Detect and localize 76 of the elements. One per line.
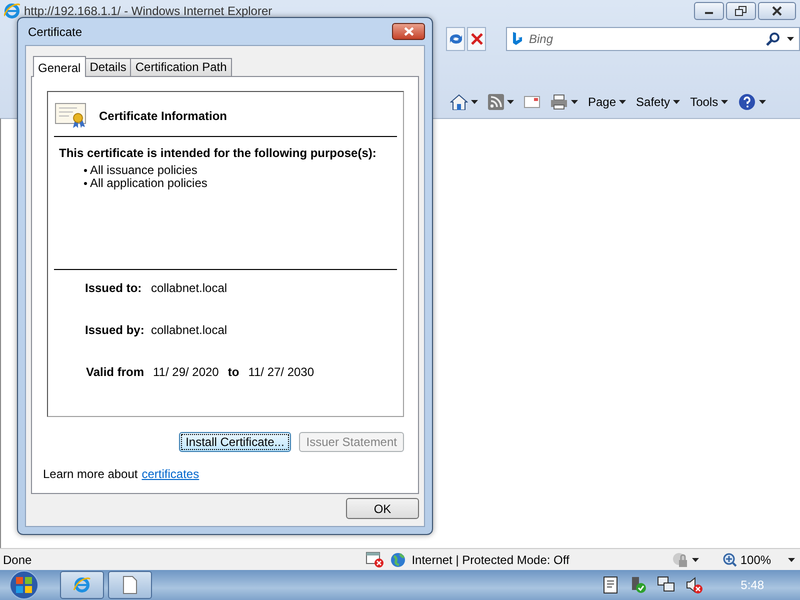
window-title: http://192.168.1.1/ - Windows Internet Explorer [24,3,272,20]
caret-icon [759,100,766,104]
taskbar-button[interactable] [60,571,104,599]
caret-icon [788,558,796,562]
field-value: collabnet.local [151,322,228,339]
certificate-icon [55,103,87,129]
minimize-button[interactable] [694,2,724,20]
print-button[interactable] [548,94,580,110]
search-field[interactable]: Bing [506,27,800,51]
field-label: to [228,364,240,381]
certificates-link[interactable]: certificates [142,465,200,483]
field-value: 11/ 29/ 2020 [153,364,219,381]
tab[interactable]: Details [84,58,132,76]
help-button[interactable] [736,93,768,111]
browser-logo-icon [73,576,91,594]
bullet-icon [84,182,87,185]
caret-icon [471,100,478,104]
printer-icon [550,94,568,110]
taskbar-button[interactable] [108,571,152,599]
status-text: Done [3,552,32,568]
security-zone-text: Internet | Protected Mode: Off [412,552,570,568]
stop-button[interactable] [467,27,486,51]
bullet-icon [84,169,87,172]
close-icon [772,6,782,16]
purpose-item: All application policies [90,177,208,190]
lock-icon [671,552,690,568]
close-button[interactable] [758,2,796,20]
field-value: 11/ 27/ 2030 [248,364,314,381]
field-label: Issued by: [85,322,146,339]
command-menu[interactable]: Tools [688,93,730,111]
panel-heading: Certificate Information [99,108,228,125]
search-engine-logo-icon [512,32,522,46]
field-label: Issued to: [85,280,143,297]
close-icon [404,27,414,36]
ok-button[interactable]: OK [346,498,419,519]
tab[interactable]: General [33,56,86,77]
volume-muted-icon[interactable] [684,576,703,594]
caret-icon [787,37,794,41]
purpose-item: All issuance policies [90,164,198,177]
refresh-button[interactable] [446,27,465,51]
close-button[interactable] [392,23,425,40]
home-icon [450,94,468,110]
command-menu[interactable]: Safety [634,93,682,111]
mail-button[interactable] [522,96,542,108]
search-icon[interactable] [766,32,780,46]
feed-icon [488,94,504,110]
mail-icon [524,96,540,108]
caret-icon [507,100,514,104]
command-menu[interactable]: Page [586,93,628,111]
dialog-button[interactable]: Install Certificate... [178,432,292,452]
globe-icon [390,552,406,568]
refresh-icon [448,32,464,46]
home-button[interactable] [448,94,480,110]
caret-icon [673,100,680,104]
restore-icon [735,6,747,16]
network-icon[interactable] [656,576,675,594]
feeds-button[interactable] [486,94,516,110]
browser-logo-icon [4,3,20,19]
field-value: collabnet.local [151,280,228,297]
tab[interactable]: Certification Path [130,58,232,76]
maximize-button[interactable] [726,2,756,20]
zoom-icon [723,552,738,566]
caret-icon [619,100,626,104]
purpose-heading: This certificate is intended for the following purpose(s): [59,145,378,162]
caret-icon [571,100,578,104]
zoom-menu[interactable]: 100% [721,550,798,568]
document-icon[interactable] [602,576,619,594]
document-icon [123,576,137,594]
dialog-title: Certificate [28,24,82,40]
learn-more-text: Learn more about [43,466,138,483]
blocked-popup-icon[interactable] [366,552,384,568]
help-icon [738,93,756,111]
caret-icon [692,558,700,562]
caret-icon [721,100,728,104]
field-label: Valid from [86,364,144,381]
stop-icon [470,33,482,45]
